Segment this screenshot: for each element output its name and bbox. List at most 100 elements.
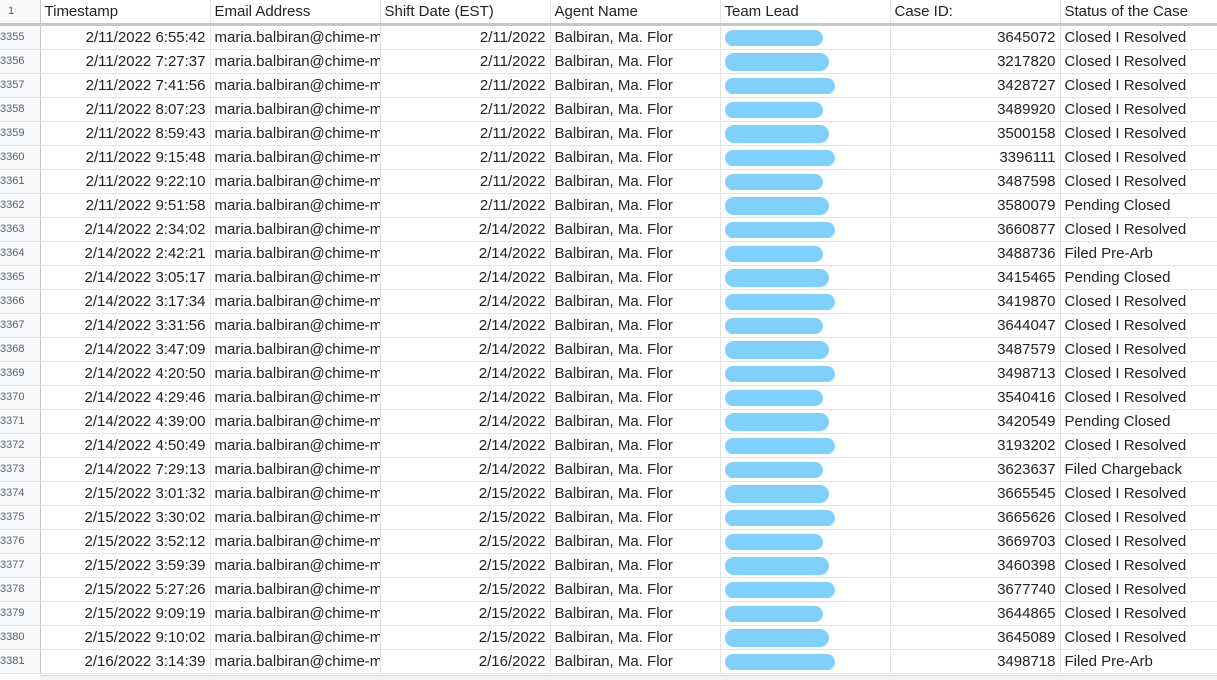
cell-case-id[interactable]: 3498713 [890, 361, 1061, 386]
cell-email[interactable]: maria.balbiran@chime-m [210, 481, 381, 506]
cell-agent-name[interactable]: Balbiran, Ma. Flor [550, 265, 721, 290]
cell-email[interactable]: maria.balbiran@chime-m [210, 337, 381, 362]
cell-agent-name[interactable]: Balbiran, Ma. Flor [550, 625, 721, 650]
cell-email[interactable]: maria.balbiran@chime-m [210, 289, 381, 314]
cell-agent-name[interactable]: Balbiran, Ma. Flor [550, 649, 721, 674]
cell-timestamp[interactable]: 2/14/2022 3:47:09 [40, 337, 211, 362]
row-number[interactable]: 3361 [0, 169, 41, 194]
cell-case-id[interactable]: 3644047 [890, 313, 1061, 338]
cell-timestamp[interactable]: 2/15/2022 9:10:02 [40, 625, 211, 650]
cell-status[interactable]: Closed I Resolved [1060, 505, 1217, 530]
cell-email[interactable]: maria.balbiran@chime-m [210, 649, 381, 674]
cell-team-lead-redacted[interactable] [720, 24, 891, 50]
cell-agent-name[interactable]: Balbiran, Ma. Flor [550, 73, 721, 98]
cell-timestamp[interactable]: 2/14/2022 7:29:13 [40, 457, 211, 482]
cell-timestamp[interactable]: 2/16/2022 3:14:39 [40, 649, 211, 674]
row-number[interactable]: 3376 [0, 529, 41, 554]
cell-email[interactable]: maria.balbiran@chime-m [210, 49, 381, 74]
cell-timestamp[interactable]: 2/14/2022 4:50:49 [40, 433, 211, 458]
cell-shift-date[interactable]: 2/11/2022 [380, 145, 551, 170]
cell-case-id[interactable]: 3644865 [890, 601, 1061, 626]
cell-agent-name[interactable]: Balbiran, Ma. Flor [550, 553, 721, 578]
cell-timestamp[interactable]: 2/15/2022 3:59:39 [40, 553, 211, 578]
cell-team-lead-redacted[interactable] [720, 409, 891, 434]
row-number[interactable]: 3373 [0, 457, 41, 482]
cell-shift-date[interactable]: 2/15/2022 [380, 529, 551, 554]
column-header-agent-name[interactable]: Agent Name [550, 0, 721, 26]
cell-status[interactable]: Filed Chargeback [1060, 457, 1217, 482]
cell-agent-name[interactable]: Balbiran, Ma. Flor [550, 337, 721, 362]
cell-timestamp[interactable]: 2/14/2022 3:31:56 [40, 313, 211, 338]
cell-status[interactable]: Closed I Resolved [1060, 577, 1217, 602]
column-header-team-lead[interactable]: Team Lead [720, 0, 891, 26]
cell-timestamp[interactable]: 2/14/2022 3:17:34 [40, 289, 211, 314]
row-number[interactable]: 3365 [0, 265, 41, 290]
row-number[interactable]: 3357 [0, 73, 41, 98]
row-number[interactable]: 3370 [0, 385, 41, 410]
cell-shift-date[interactable]: 2/15/2022 [380, 601, 551, 626]
row-number[interactable]: 3372 [0, 433, 41, 458]
cell-team-lead-redacted[interactable] [720, 649, 891, 674]
cell-case-id[interactable]: 3500158 [890, 121, 1061, 146]
cell-case-id[interactable]: 3487598 [890, 169, 1061, 194]
cell-email[interactable]: maria.balbiran@chime-m [210, 265, 381, 290]
cell-email[interactable]: maria.balbiran@chime-m [210, 24, 381, 50]
cell-team-lead-redacted[interactable] [720, 529, 891, 554]
cell-status[interactable]: Closed I Resolved [1060, 481, 1217, 506]
cell-status[interactable]: Pending Closed [1060, 193, 1217, 218]
cell-case-id[interactable]: 3498718 [890, 649, 1061, 674]
row-number[interactable]: 3381 [0, 649, 41, 674]
cell-timestamp[interactable]: 2/14/2022 2:42:21 [40, 241, 211, 266]
cell-case-id[interactable]: 3415465 [890, 265, 1061, 290]
cell-team-lead-redacted[interactable] [720, 313, 891, 338]
cell-agent-name[interactable]: Balbiran, Ma. Flor [550, 145, 721, 170]
cell-agent-name[interactable]: Balbiran, Ma. Flor [550, 241, 721, 266]
cell-case-id[interactable]: 3645072 [890, 24, 1061, 50]
cell-timestamp[interactable]: 2/15/2022 3:30:02 [40, 505, 211, 530]
cell-status[interactable]: Closed I Resolved [1060, 385, 1217, 410]
column-header-case-id[interactable]: Case ID: [890, 0, 1061, 26]
cell-shift-date[interactable]: 2/14/2022 [380, 241, 551, 266]
cell-agent-name[interactable]: Balbiran, Ma. Flor [550, 457, 721, 482]
cell-email[interactable]: maria.balbiran@chime-m [210, 625, 381, 650]
row-number[interactable]: 3379 [0, 601, 41, 626]
cell-team-lead-redacted[interactable] [720, 481, 891, 506]
cell-status[interactable]: Closed I Resolved [1060, 217, 1217, 242]
cell-team-lead-redacted[interactable] [720, 49, 891, 74]
cell-team-lead-redacted[interactable] [720, 337, 891, 362]
cell-timestamp[interactable]: 2/15/2022 3:52:12 [40, 529, 211, 554]
cell-case-id[interactable]: 3396111 [890, 145, 1061, 170]
cell-timestamp[interactable]: 2/11/2022 9:22:10 [40, 169, 211, 194]
cell-team-lead-redacted[interactable] [720, 241, 891, 266]
row-number[interactable]: 3363 [0, 217, 41, 242]
cell-email[interactable]: maria.balbiran@chime-m [210, 361, 381, 386]
cell-shift-date[interactable]: 2/14/2022 [380, 457, 551, 482]
cell-timestamp[interactable]: 2/14/2022 2:34:02 [40, 217, 211, 242]
cell-email[interactable]: maria.balbiran@chime-m [210, 433, 381, 458]
cell-status[interactable]: Closed I Resolved [1060, 169, 1217, 194]
cell-case-id[interactable]: 3193202 [890, 433, 1061, 458]
cell-shift-date[interactable]: 2/14/2022 [380, 217, 551, 242]
cell-email[interactable]: maria.balbiran@chime-m [210, 121, 381, 146]
cell-email[interactable]: maria.balbiran@chime-m [210, 385, 381, 410]
column-header-email[interactable]: Email Address [210, 0, 381, 26]
cell-team-lead-redacted[interactable] [720, 385, 891, 410]
cell-status[interactable]: Closed I Resolved [1060, 121, 1217, 146]
column-header-status[interactable]: Status of the Case [1060, 0, 1217, 26]
cell-timestamp[interactable]: 2/11/2022 8:07:23 [40, 97, 211, 122]
cell-team-lead-redacted[interactable] [720, 361, 891, 386]
row-number[interactable]: 3355 [0, 24, 41, 50]
cell-agent-name[interactable]: Balbiran, Ma. Flor [550, 529, 721, 554]
cell-team-lead-redacted[interactable] [720, 193, 891, 218]
cell-timestamp[interactable]: 2/14/2022 4:20:50 [40, 361, 211, 386]
cell-case-id[interactable]: 3669703 [890, 529, 1061, 554]
column-header-shift-date[interactable]: Shift Date (EST) [380, 0, 551, 26]
cell-status[interactable]: Closed I Resolved [1060, 553, 1217, 578]
cell-agent-name[interactable]: Balbiran, Ma. Flor [550, 169, 721, 194]
cell-agent-name[interactable]: Balbiran, Ma. Flor [550, 409, 721, 434]
cell-email[interactable]: maria.balbiran@chime-m [210, 241, 381, 266]
cell-shift-date[interactable]: 2/15/2022 [380, 553, 551, 578]
cell-status[interactable]: Closed I Resolved [1060, 289, 1217, 314]
cell-case-id[interactable]: 3217820 [890, 49, 1061, 74]
cell-case-id[interactable]: 3488736 [890, 241, 1061, 266]
